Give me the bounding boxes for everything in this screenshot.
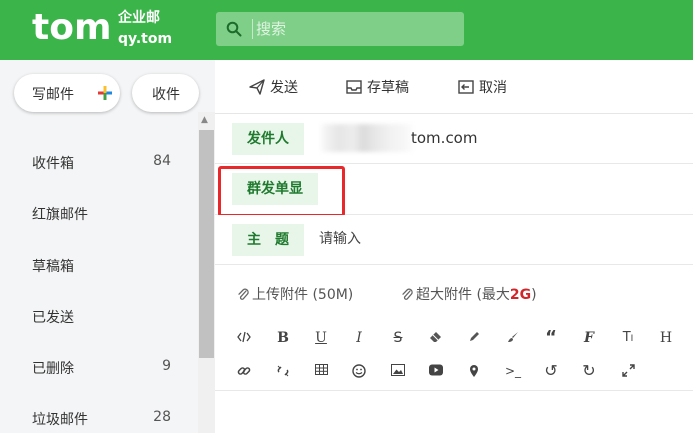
folder-name: 红旗邮件 — [32, 207, 88, 223]
write-mail-button[interactable]: 写邮件 — [14, 74, 120, 112]
upload-attachment-link[interactable]: 上传附件 (50M) — [237, 284, 353, 304]
upload-limit: (50M) — [312, 287, 354, 303]
sender-domain[interactable]: tom.com — [411, 129, 477, 147]
sidebar: 写邮件 收件 收件箱 84 红旗邮件 草稿箱 已发送 已删除 9 垃圾邮件 28… — [0, 60, 215, 433]
folder-count: 84 — [153, 153, 171, 169]
send-button[interactable]: 发送 — [248, 76, 308, 98]
scrollbar-thumb[interactable] — [199, 130, 214, 358]
cancel-icon — [458, 80, 474, 94]
code-icon[interactable]: >_ — [502, 360, 524, 382]
underline-icon[interactable]: U — [310, 327, 332, 349]
large-attachment-link[interactable]: 超大附件 (最大2G) — [401, 284, 537, 304]
pencil-icon[interactable] — [463, 327, 485, 349]
highlight-box — [218, 166, 345, 217]
folder-flagged[interactable]: 红旗邮件 — [0, 193, 198, 233]
unlink-icon[interactable] — [272, 360, 294, 382]
link-icon[interactable] — [233, 360, 255, 382]
save-draft-button[interactable]: 存草稿 — [345, 76, 421, 98]
search-icon[interactable] — [226, 21, 242, 37]
logo-domain: qy.tom — [118, 31, 173, 47]
redo-icon[interactable]: ↻ — [578, 360, 600, 382]
paperclip-icon — [402, 288, 413, 300]
table-icon[interactable] — [310, 360, 332, 382]
sender-address-redacted — [319, 124, 415, 152]
sender-label: 发件人 — [232, 123, 304, 155]
subject-row: 主 题 — [215, 215, 693, 265]
video-icon[interactable] — [425, 360, 447, 382]
sender-row: 发件人 tom.com — [215, 114, 693, 164]
folder-name: 收件箱 — [32, 156, 74, 172]
folder-count: 28 — [153, 409, 171, 425]
folder-drafts[interactable]: 草稿箱 — [0, 245, 198, 285]
folder-name: 已删除 — [32, 361, 74, 377]
send-label: 发送 — [270, 80, 298, 96]
logo-subtitle: 企业邮 — [118, 10, 160, 26]
italic-icon[interactable]: I — [348, 327, 370, 349]
cancel-button[interactable]: 取消 — [457, 76, 517, 98]
strikethrough-icon[interactable]: S — [387, 327, 409, 349]
bold-icon[interactable]: B — [272, 327, 294, 349]
folder-sent[interactable]: 已发送 — [0, 296, 198, 336]
large-attachment-label: 超大附件 — [416, 287, 472, 303]
emoji-icon[interactable] — [348, 360, 370, 382]
logo[interactable]: tom — [32, 8, 111, 48]
large-limit-prefix: (最大 — [476, 287, 510, 303]
undo-icon[interactable]: ↺ — [540, 360, 562, 382]
folder-inbox[interactable]: 收件箱 84 — [0, 142, 198, 182]
location-icon[interactable] — [463, 360, 485, 382]
search-divider — [252, 19, 253, 39]
receive-mail-button[interactable]: 收件 — [132, 74, 199, 112]
draft-tray-icon — [346, 80, 362, 94]
source-code-icon[interactable] — [233, 327, 255, 349]
heading-icon[interactable]: H — [655, 327, 677, 349]
large-limit-suffix: ) — [531, 287, 537, 303]
folder-name: 垃圾邮件 — [32, 412, 88, 428]
cancel-label: 取消 — [479, 80, 507, 96]
upload-attachment-label: 上传附件 — [252, 287, 308, 303]
sidebar-scrollbar[interactable]: ▲ — [198, 112, 215, 433]
quote-icon[interactable]: “ — [540, 327, 562, 349]
write-mail-label: 写邮件 — [32, 87, 74, 103]
scroll-up-icon[interactable]: ▲ — [201, 115, 208, 125]
receive-mail-label: 收件 — [152, 87, 180, 103]
text-size-icon[interactable]: TI — [617, 327, 639, 349]
folder-count: 9 — [162, 358, 171, 374]
folder-name: 草稿箱 — [32, 259, 74, 275]
save-draft-label: 存草稿 — [367, 80, 409, 96]
compose-toolbar: 发送 存草稿 取消 — [215, 60, 693, 114]
subject-label: 主 题 — [232, 224, 304, 256]
paperclip-icon — [238, 288, 249, 300]
folder-name: 已发送 — [32, 310, 74, 326]
image-icon[interactable] — [387, 360, 409, 382]
search-box[interactable] — [216, 12, 464, 46]
fullscreen-icon[interactable] — [617, 360, 639, 382]
subject-input[interactable] — [319, 224, 679, 254]
search-input[interactable] — [254, 12, 454, 46]
eraser-icon[interactable] — [425, 327, 447, 349]
font-icon[interactable]: F — [578, 327, 600, 349]
folder-deleted[interactable]: 已删除 9 — [0, 347, 198, 387]
editor-divider — [215, 390, 693, 391]
brush-icon[interactable] — [502, 327, 524, 349]
send-icon — [249, 79, 265, 95]
large-limit-size: 2G — [509, 287, 532, 303]
plus-icon — [98, 86, 112, 100]
folder-spam[interactable]: 垃圾邮件 28 — [0, 398, 198, 433]
top-header: tom 企业邮 qy.tom — [0, 0, 693, 60]
